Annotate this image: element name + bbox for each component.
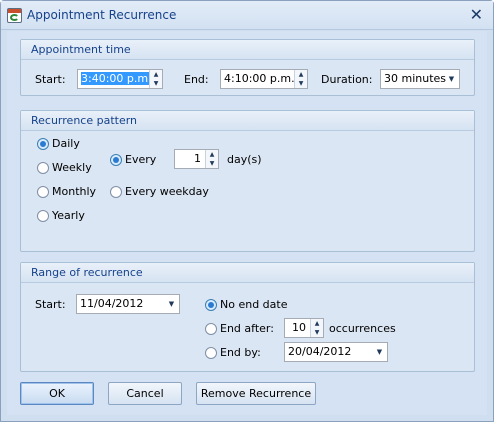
radio-every[interactable]: Every [110, 153, 156, 166]
radio-monthly[interactable]: Monthly [37, 185, 96, 198]
spin-up-icon[interactable]: ▲ [206, 150, 218, 159]
remove-recurrence-button[interactable]: Remove Recurrence [196, 382, 316, 405]
radio-unchecked-icon [110, 185, 122, 198]
range-start-date-input[interactable]: 11/04/2012 ▼ [76, 294, 180, 314]
end-after-input[interactable]: 10 ▲ ▼ [284, 318, 324, 338]
end-by-date-input[interactable]: 20/04/2012 ▼ [284, 342, 388, 362]
duration-value: 30 minutes [384, 72, 447, 85]
spin-up-icon[interactable]: ▲ [311, 319, 323, 328]
every-days-spinner[interactable]: ▲ ▼ [205, 150, 218, 168]
radio-unchecked-icon [205, 322, 217, 335]
spin-down-icon[interactable]: ▼ [206, 159, 218, 168]
spin-down-icon[interactable]: ▼ [295, 79, 307, 88]
end-after-value: 10 [292, 321, 306, 334]
radio-end-by[interactable]: End by: [205, 346, 261, 359]
spin-down-icon[interactable]: ▼ [311, 328, 323, 337]
end-after-spinner[interactable]: ▲ ▼ [310, 319, 323, 337]
recurrence-pattern-group: Recurrence pattern Daily Weekly Monthly … [20, 110, 475, 252]
radio-yearly[interactable]: Yearly [37, 209, 85, 222]
recurrence-pattern-header: Recurrence pattern [21, 111, 474, 131]
end-by-date-value: 20/04/2012 [288, 345, 352, 358]
start-time-label: Start: [35, 73, 66, 86]
end-time-spinner[interactable]: ▲ ▼ [294, 70, 307, 88]
radio-unchecked-icon [37, 161, 49, 174]
radio-checked-icon [110, 153, 122, 166]
spin-up-icon[interactable]: ▲ [295, 70, 307, 79]
radio-unchecked-icon [205, 346, 217, 359]
range-start-date-value: 11/04/2012 [80, 297, 144, 310]
recurrence-icon [7, 8, 22, 23]
chevron-down-icon[interactable]: ▼ [444, 70, 459, 88]
radio-checked-icon [205, 298, 217, 311]
range-of-recurrence-header: Range of recurrence [21, 263, 474, 283]
chevron-down-icon[interactable]: ▼ [164, 295, 179, 313]
appointment-time-group: Appointment time Start: 3:40:00 p.m. ▲ ▼ … [20, 39, 475, 96]
dialog-content: Appointment time Start: 3:40:00 p.m. ▲ ▼ … [7, 31, 487, 415]
every-days-value: 1 [194, 152, 201, 165]
range-start-label: Start: [35, 298, 66, 311]
end-time-input[interactable]: 4:10:00 p.m. ▲ ▼ [220, 69, 308, 89]
radio-unchecked-icon [37, 209, 49, 222]
duration-label: Duration: [321, 73, 373, 86]
radio-every-weekday[interactable]: Every weekday [110, 185, 209, 198]
radio-daily[interactable]: Daily [37, 137, 80, 150]
start-time-value: 3:40:00 p.m. [81, 72, 152, 85]
spin-up-icon[interactable]: ▲ [150, 70, 162, 79]
radio-no-end-date[interactable]: No end date [205, 298, 287, 311]
appointment-recurrence-dialog: Appointment Recurrence ✕ Appointment tim… [0, 0, 494, 422]
close-icon[interactable]: ✕ [470, 5, 483, 25]
title-bar: Appointment Recurrence ✕ [1, 1, 493, 30]
appointment-time-header: Appointment time [21, 40, 474, 60]
chevron-down-icon[interactable]: ▼ [372, 343, 387, 361]
range-of-recurrence-group: Range of recurrence Start: 11/04/2012 ▼ … [20, 262, 475, 372]
radio-end-after[interactable]: End after: [205, 322, 274, 335]
start-time-input[interactable]: 3:40:00 p.m. ▲ ▼ [77, 69, 163, 89]
dialog-title: Appointment Recurrence [27, 8, 177, 22]
spin-down-icon[interactable]: ▼ [150, 79, 162, 88]
end-time-value: 4:10:00 p.m. [224, 72, 295, 85]
duration-select[interactable]: 30 minutes ▼ [380, 69, 460, 89]
radio-checked-icon [37, 137, 49, 150]
end-time-label: End: [184, 73, 209, 86]
cancel-button[interactable]: Cancel [108, 382, 182, 405]
start-time-spinner[interactable]: ▲ ▼ [149, 70, 162, 88]
ok-button[interactable]: OK [20, 382, 94, 405]
occurrences-label: occurrences [329, 322, 396, 335]
days-unit-label: day(s) [227, 153, 262, 166]
radio-weekly[interactable]: Weekly [37, 161, 92, 174]
radio-unchecked-icon [37, 185, 49, 198]
every-days-input[interactable]: 1 ▲ ▼ [174, 149, 219, 169]
